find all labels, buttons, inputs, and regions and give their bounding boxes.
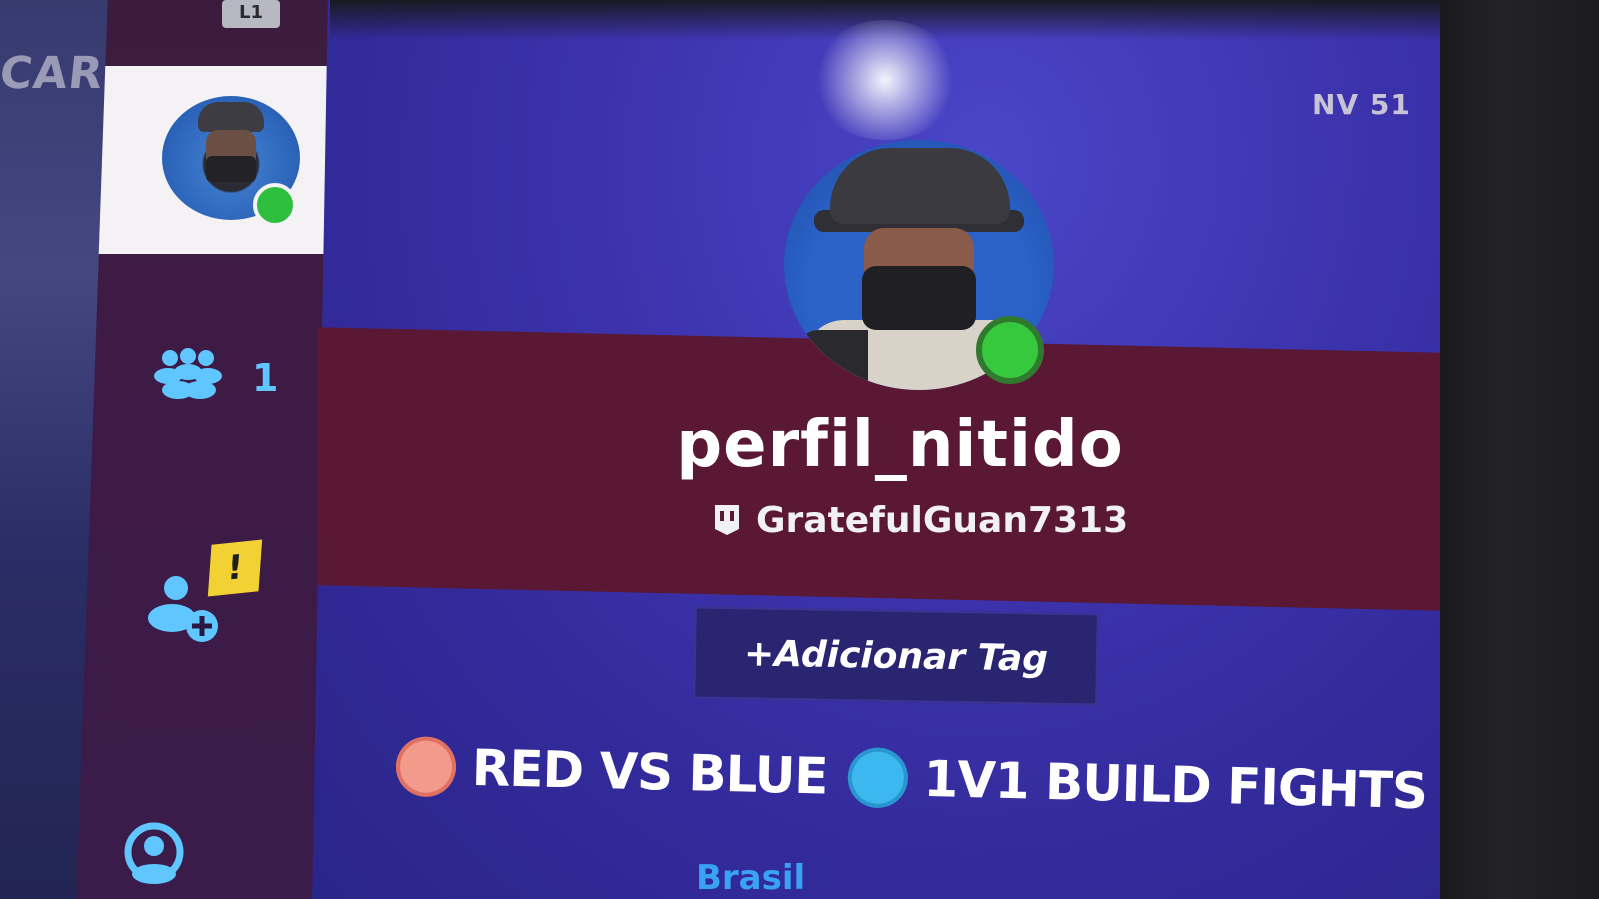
online-status-indicator [976, 316, 1044, 384]
epic-account-name: GratefulGuan7313 [756, 499, 1129, 541]
tag-red-vs-blue: RED VS BLUE [471, 738, 829, 806]
epic-games-icon [715, 505, 739, 535]
avatar-mask [206, 156, 256, 182]
support-icon[interactable] [118, 818, 190, 899]
avatar-hat [830, 148, 1010, 224]
blue-dot-icon [846, 747, 909, 809]
friends-count: 1 [252, 356, 279, 400]
region-text: Brasil [696, 858, 806, 898]
red-dot-icon [395, 736, 457, 798]
avatar-hat [198, 102, 264, 132]
l1-button-hint: L1 [222, 0, 280, 28]
avatar-mask [862, 266, 976, 330]
level-label: NV 51 [1312, 88, 1411, 121]
epic-id-row: GratefulGuan7313 [712, 498, 1128, 542]
friends-icon[interactable] [148, 348, 228, 400]
add-tag-button[interactable]: +Adicionar Tag [693, 606, 1099, 706]
tag-1v1-build-fights: 1V1 BUILD FIGHTS [922, 749, 1428, 821]
screen-bezel-right [1440, 0, 1599, 899]
avatar-jacket [798, 330, 868, 390]
alert-badge: ! [207, 539, 263, 597]
online-status-dot [253, 183, 297, 227]
username: perfil_nitido [676, 408, 1124, 482]
screen-glare [810, 20, 960, 140]
